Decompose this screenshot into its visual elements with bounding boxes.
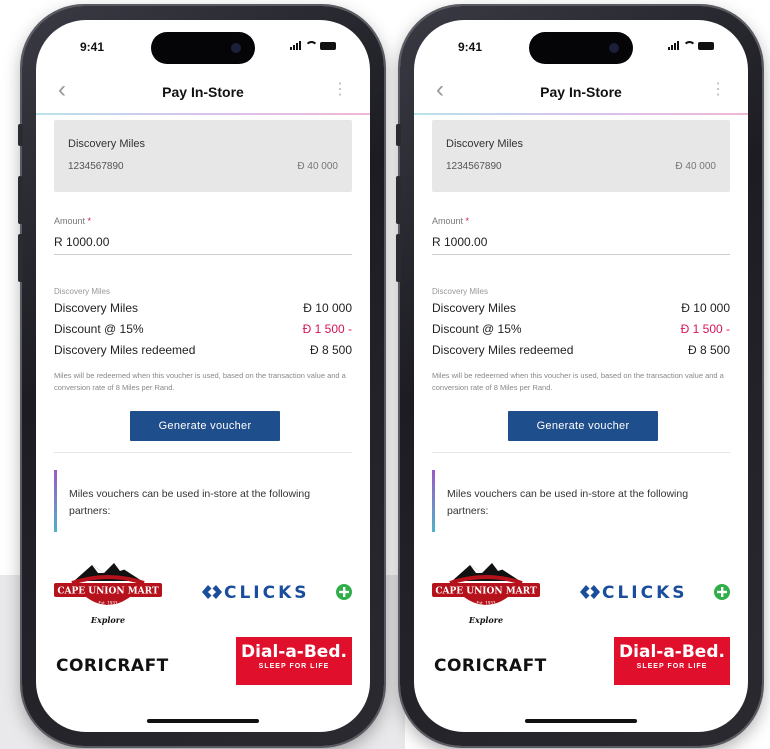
- home-indicator[interactable]: [147, 719, 259, 723]
- signal-icon: [290, 41, 301, 50]
- dynamic-island: [151, 32, 255, 64]
- generate-voucher-button[interactable]: Generate voucher: [508, 411, 658, 441]
- row-label: Discovery Miles redeemed: [432, 343, 574, 357]
- phone-screen: 9:41 ‹ Pay In-Store ⋮ Discovery Miles 12…: [414, 20, 748, 732]
- account-name: Discovery Miles: [446, 138, 524, 150]
- cum-est-text: Est. 1933: [477, 601, 496, 606]
- volume-down-button: [18, 234, 23, 282]
- dynamic-island: [529, 32, 633, 64]
- required-marker: *: [465, 216, 470, 226]
- page-title: Pay In-Store: [162, 84, 244, 100]
- account-balance: Ð 40 000: [297, 161, 338, 172]
- signal-icon: [668, 41, 679, 50]
- section-divider: [54, 452, 352, 453]
- status-icons: [668, 41, 714, 50]
- summary-row-miles: Discovery Miles Ð 10 000: [432, 301, 730, 319]
- silent-switch: [18, 124, 23, 146]
- more-options-icon[interactable]: ⋮: [710, 82, 726, 98]
- phone-frame-left: 9:41 ‹ Pay In-Store ⋮ Discovery Miles 12…: [18, 6, 384, 746]
- row-value: Ð 8 500: [687, 343, 730, 357]
- summary-section-label: Discovery Miles: [54, 287, 111, 296]
- clicks-text: CLICKS: [224, 583, 310, 603]
- cum-name-text: CAPE UNION MART: [435, 587, 537, 597]
- dialabed-tagline: SLEEP FOR LIFE: [636, 663, 708, 670]
- summary-section-label: Discovery Miles: [432, 287, 489, 296]
- header-divider: [414, 113, 748, 115]
- account-number: 1234567890: [446, 161, 502, 172]
- section-divider: [432, 452, 730, 453]
- dialabed-logo: Dial-a-Bed. SLEEP FOR LIFE: [236, 637, 352, 685]
- wifi-icon: [683, 41, 696, 50]
- nav-bar: ‹ Pay In-Store ⋮: [36, 72, 370, 112]
- amount-input[interactable]: R 1000.00: [54, 232, 352, 255]
- amount-label-text: Amount: [432, 216, 464, 226]
- account-card[interactable]: Discovery Miles 1234567890 Ð 40 000: [432, 120, 730, 192]
- clicks-text: CLICKS: [602, 583, 688, 603]
- amount-label: Amount *: [54, 216, 91, 226]
- status-time: 9:41: [80, 40, 105, 54]
- phone-frame-right: 9:41 ‹ Pay In-Store ⋮ Discovery Miles 12…: [396, 6, 762, 746]
- silent-switch: [396, 124, 401, 146]
- coricraft-logo: CORICRAFT: [56, 656, 169, 676]
- row-value: Ð 10 000: [303, 301, 352, 315]
- coricraft-logo: CORICRAFT: [434, 656, 547, 676]
- wifi-icon: [305, 41, 318, 50]
- required-marker: *: [87, 216, 92, 226]
- dialabed-name: Dial-a-Bed.: [619, 642, 725, 662]
- row-value: Ð 1 500 -: [302, 322, 352, 336]
- amount-input[interactable]: R 1000.00: [432, 232, 730, 255]
- row-label: Discovery Miles: [432, 301, 517, 315]
- status-icons: [290, 41, 336, 50]
- phone-screen: 9:41 ‹ Pay In-Store ⋮ Discovery Miles 12…: [36, 20, 370, 732]
- summary-row-discount: Discount @ 15% Ð 1 500 -: [432, 322, 730, 340]
- row-label: Discovery Miles: [54, 301, 139, 315]
- nav-bar: ‹ Pay In-Store ⋮: [414, 72, 748, 112]
- generate-voucher-button[interactable]: Generate voucher: [130, 411, 280, 441]
- account-card[interactable]: Discovery Miles 1234567890 Ð 40 000: [54, 120, 352, 192]
- cum-tag-text: Explore: [468, 615, 503, 625]
- cum-name-text: CAPE UNION MART: [57, 587, 159, 597]
- disclaimer-text: Miles will be redeemed when this voucher…: [432, 371, 724, 392]
- dialabed-name: Dial-a-Bed.: [241, 642, 347, 662]
- account-name: Discovery Miles: [68, 138, 146, 150]
- volume-down-button: [396, 234, 401, 282]
- cape-union-mart-logo: CAPE UNION MART Est. 1933 Explore: [430, 555, 542, 627]
- dialabed-tagline: SLEEP FOR LIFE: [258, 663, 330, 670]
- page-title: Pay In-Store: [540, 84, 622, 100]
- row-value: Ð 10 000: [681, 301, 730, 315]
- amount-label: Amount *: [432, 216, 469, 226]
- dialabed-logo: Dial-a-Bed. SLEEP FOR LIFE: [614, 637, 730, 685]
- amount-label-text: Amount: [54, 216, 86, 226]
- row-label: Discovery Miles redeemed: [54, 343, 196, 357]
- account-number: 1234567890: [68, 161, 124, 172]
- cum-est-text: Est. 1933: [99, 601, 118, 606]
- row-label: Discount @ 15%: [54, 322, 144, 336]
- disclaimer-text: Miles will be redeemed when this voucher…: [54, 371, 346, 392]
- volume-up-button: [18, 176, 23, 224]
- header-divider: [36, 113, 370, 115]
- battery-icon: [698, 42, 714, 50]
- partners-note-text: Miles vouchers can be used in-store at t…: [447, 488, 689, 517]
- battery-icon: [320, 42, 336, 50]
- summary-row-discount: Discount @ 15% Ð 1 500 -: [54, 322, 352, 340]
- summary-row-miles: Discovery Miles Ð 10 000: [54, 301, 352, 319]
- row-value: Ð 1 500 -: [680, 322, 730, 336]
- summary-row-redeemed: Discovery Miles redeemed Ð 8 500: [432, 343, 730, 361]
- volume-up-button: [396, 176, 401, 224]
- cum-tag-text: Explore: [90, 615, 125, 625]
- row-label: Discount @ 15%: [432, 322, 522, 336]
- account-balance: Ð 40 000: [675, 161, 716, 172]
- clicks-logo: CLICKS: [576, 579, 736, 605]
- more-options-icon[interactable]: ⋮: [332, 82, 348, 98]
- row-value: Ð 8 500: [309, 343, 352, 357]
- status-time: 9:41: [458, 40, 483, 54]
- partners-note-text: Miles vouchers can be used in-store at t…: [69, 488, 311, 517]
- partners-note: Miles vouchers can be used in-store at t…: [432, 470, 718, 532]
- partners-note: Miles vouchers can be used in-store at t…: [54, 470, 340, 532]
- clicks-logo: CLICKS: [198, 579, 358, 605]
- home-indicator[interactable]: [525, 719, 637, 723]
- summary-row-redeemed: Discovery Miles redeemed Ð 8 500: [54, 343, 352, 361]
- cape-union-mart-logo: CAPE UNION MART Est. 1933 Explore: [52, 555, 164, 627]
